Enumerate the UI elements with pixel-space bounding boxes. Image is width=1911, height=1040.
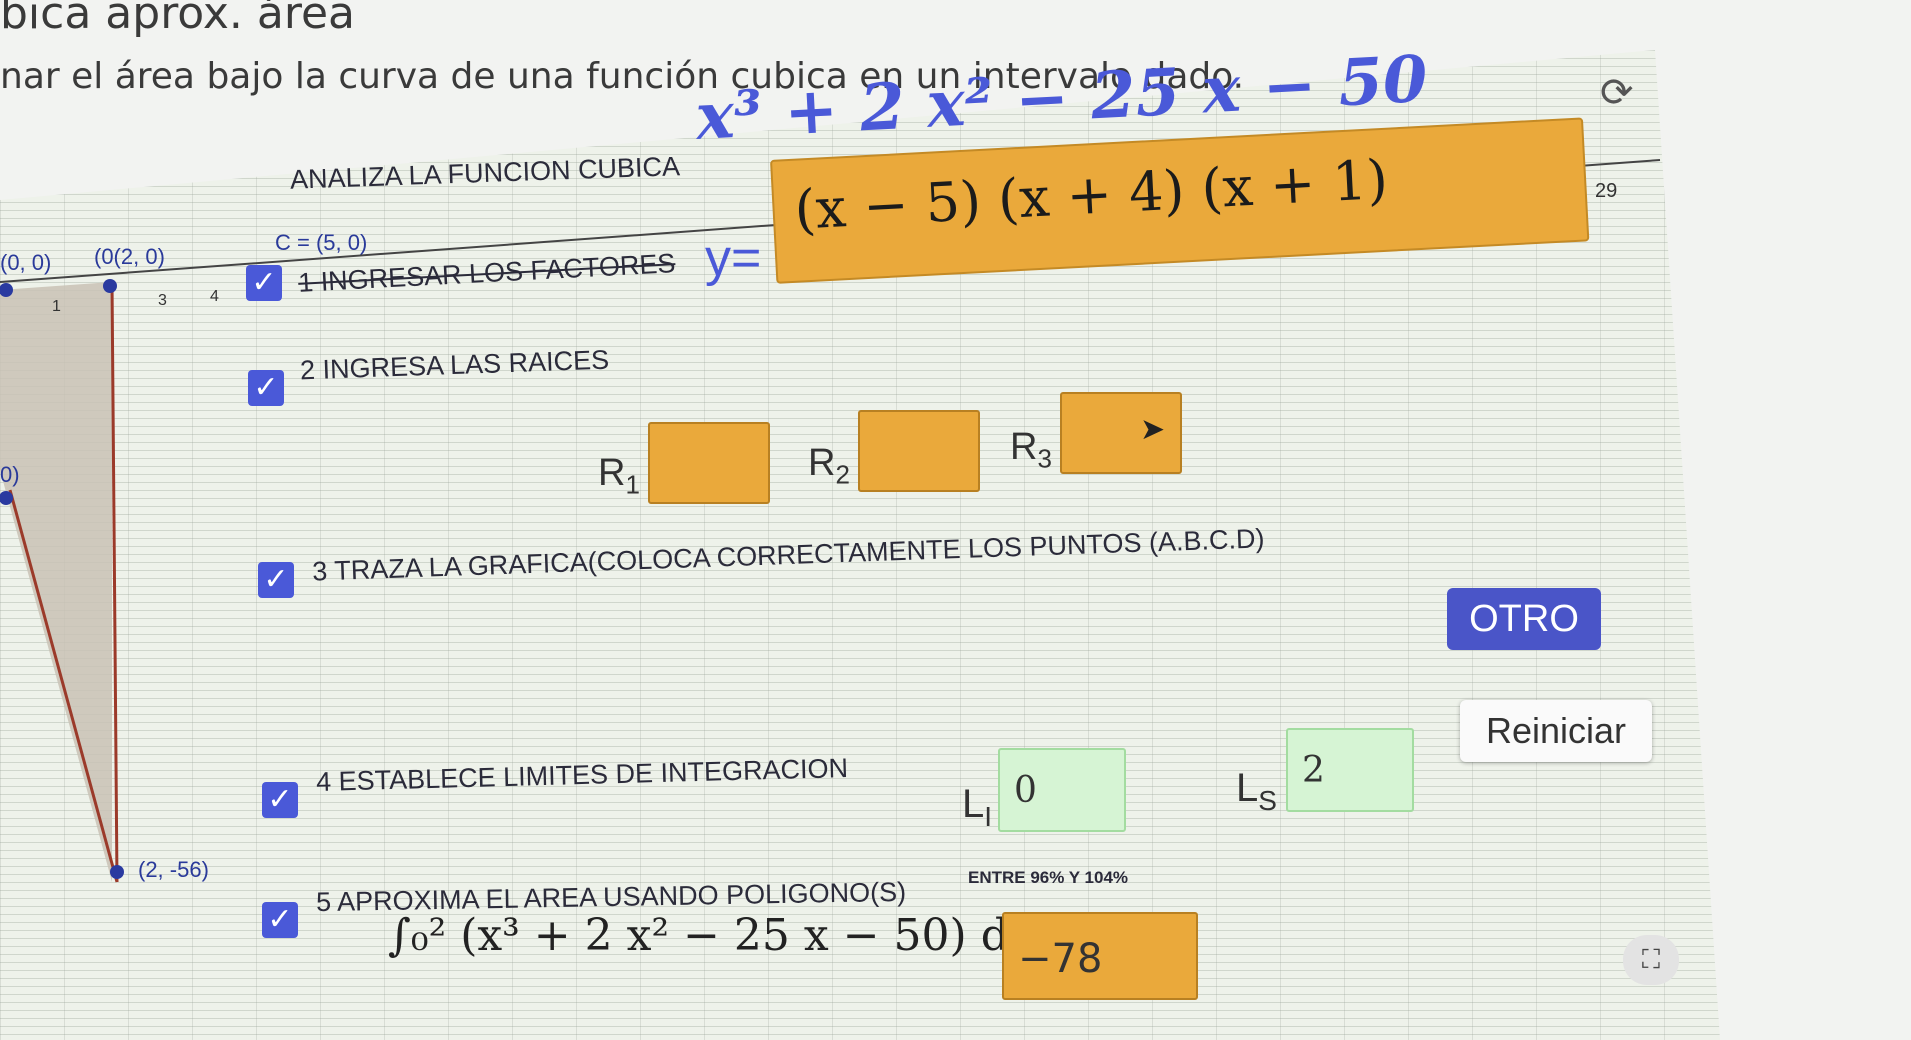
tolerance-note: ENTRE 96% Y 104% [968,868,1129,887]
point-d [110,865,124,879]
check-icon: ✓ [251,265,277,300]
x-tick-4: 4 [210,288,219,305]
point-b-label: (0(2, 0) [94,244,165,269]
reiniciar-button[interactable]: Reiniciar [1460,700,1652,762]
root2-label: R2 [808,442,850,490]
step4-checkbox[interactable]: ✓ [262,782,298,818]
integral-expression: ∫₀² (x³ + 2 x² − 25 x − 50) dx [388,910,1034,961]
factored-form-text: (x − 5) (x + 4) (x + 1) [793,147,1390,242]
area-result-input[interactable]: −78 [1002,912,1198,1000]
fullscreen-icon[interactable]: ⛶ [1623,935,1679,985]
point-c-label: C = (5, 0) [275,230,368,255]
point-a-label: (0, 0) [0,250,52,275]
step1-checkbox[interactable]: ✓ [246,265,282,301]
point-mid-label: 0) [0,462,20,487]
axis-right-label: 29 [1595,180,1618,202]
step2-checkbox[interactable]: ✓ [248,370,284,406]
point-d-label: (2, -56) [138,857,209,882]
area-polygon [0,282,112,882]
check-icon: ✓ [267,902,293,937]
x-tick-3: 3 [158,292,167,309]
refresh-icon[interactable]: ⟳ [1600,70,1634,116]
step3-checkbox[interactable]: ✓ [258,562,294,598]
check-icon: ✓ [263,562,289,597]
root1-label: R1 [598,452,640,500]
step5-checkbox[interactable]: ✓ [262,902,298,938]
check-icon: ✓ [267,782,293,817]
x-tick-1: 1 [52,298,61,315]
upper-limit-label: LS [1236,766,1277,816]
check-icon: ✓ [253,370,279,405]
upper-limit-input[interactable]: 2 [1286,728,1414,812]
limit-line [110,281,119,883]
root2-input[interactable] [858,410,980,492]
root3-label: R3 [1010,426,1052,474]
y-equals: y= [705,229,762,287]
cursor-icon: ➤ [1140,412,1166,447]
otro-button[interactable]: OTRO [1447,588,1601,650]
root1-input[interactable] [648,422,770,504]
lower-limit-label: LI [962,782,993,832]
point-b [103,279,117,293]
lower-limit-input[interactable]: 0 [998,748,1126,832]
page-title: bica aprox. área [0,0,356,39]
